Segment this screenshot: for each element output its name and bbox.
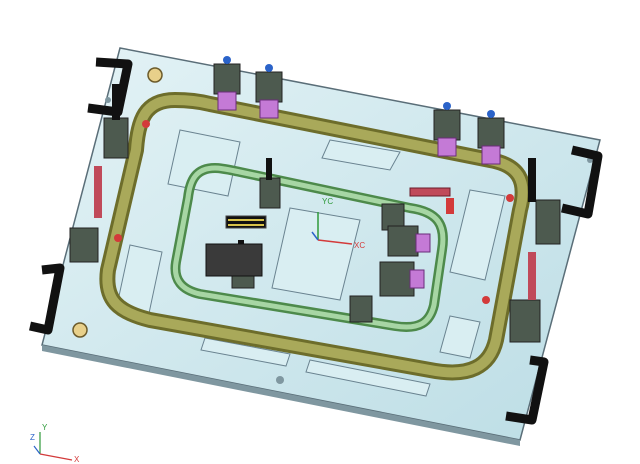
cad-3d-viewport[interactable]: YC XC Y Z X [0,0,640,464]
cylinder-clamp [213,56,241,111]
global-axis-triad: Y Z X [30,423,80,464]
global-z-label: Z [30,433,35,442]
cylinder-clamp [433,102,461,157]
cylinder-clamp [477,110,505,165]
global-x-label: X [74,455,80,464]
global-y-label: Y [42,423,48,432]
local-y-label: YC [322,197,333,206]
local-x-label: XC [354,241,365,250]
cylinder-clamp [255,64,283,119]
